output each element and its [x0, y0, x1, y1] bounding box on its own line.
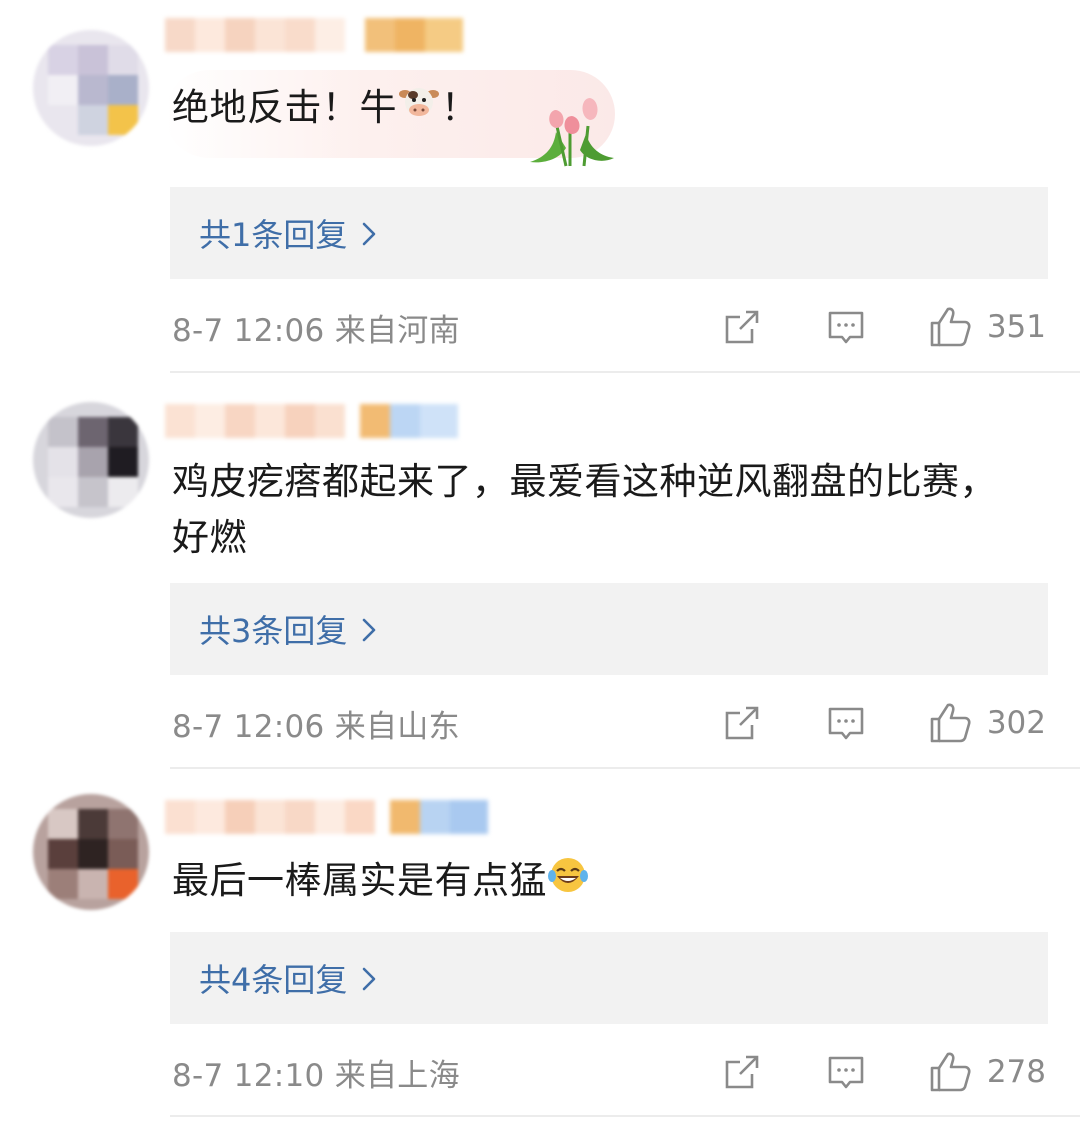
view-replies-link[interactable]: 共3条回复 [199, 606, 377, 652]
username-blurred[interactable] [165, 800, 488, 834]
reply-count-label: 共4条回复 [199, 961, 348, 999]
chevron-right-icon [363, 967, 376, 991]
like-count: 278 [986, 1054, 1046, 1090]
like-icon[interactable] [928, 1050, 972, 1094]
share-icon[interactable] [722, 307, 762, 347]
like-icon[interactable] [928, 701, 972, 745]
reply-count-label: 共1条回复 [199, 216, 348, 254]
divider [170, 1115, 1080, 1117]
reply-count-label: 共3条回复 [199, 612, 348, 650]
comment-icon[interactable] [826, 703, 866, 743]
comment-icon[interactable] [826, 307, 866, 347]
cow-face-icon [397, 82, 441, 138]
like-icon[interactable] [928, 305, 972, 349]
comment-meta: 8-7 12:10 来自上海 278 [172, 1049, 1048, 1095]
like-count: 302 [986, 705, 1046, 741]
comment-item: 绝地反击！牛 ！ 共1条回复 8-7 12:06 来自河南 351 [0, 0, 1080, 373]
chevron-right-icon [363, 222, 376, 246]
comment-item: 鸡皮疙瘩都起来了，最爱看这种逆风翻盘的比赛，好燃 共3条回复 8-7 12:06… [0, 372, 1080, 769]
comment-icon[interactable] [826, 1052, 866, 1092]
reply-summary[interactable]: 共1条回复 [170, 187, 1048, 279]
reply-summary[interactable]: 共4条回复 [170, 932, 1048, 1024]
view-replies-link[interactable]: 共1条回复 [199, 210, 377, 256]
reply-summary[interactable]: 共3条回复 [170, 583, 1048, 675]
comment-meta: 8-7 12:06 来自山东 302 [172, 700, 1048, 746]
share-icon[interactable] [722, 1052, 762, 1092]
view-replies-link[interactable]: 共4条回复 [199, 955, 377, 1001]
comment-meta: 8-7 12:06 来自河南 351 [172, 304, 1048, 350]
comment-text: 鸡皮疙瘩都起来了，最爱看这种逆风翻盘的比赛，好燃 [172, 460, 997, 559]
chevron-right-icon [363, 618, 376, 642]
avatar[interactable] [33, 794, 149, 910]
like-count: 351 [986, 309, 1046, 345]
laughing-tears-icon [547, 854, 589, 912]
comment-text: 最后一棒属实是有点猛 [172, 853, 1032, 912]
avatar[interactable] [33, 402, 149, 518]
comment-item: 最后一棒属实是有点猛 共4条回复 8-7 12:10 来自上海 278 [0, 768, 1080, 1121]
username-blurred[interactable] [165, 404, 458, 438]
username-blurred[interactable] [165, 18, 463, 52]
tulip-sticker-icon [526, 92, 616, 170]
share-icon[interactable] [722, 703, 762, 743]
avatar[interactable] [33, 30, 149, 146]
